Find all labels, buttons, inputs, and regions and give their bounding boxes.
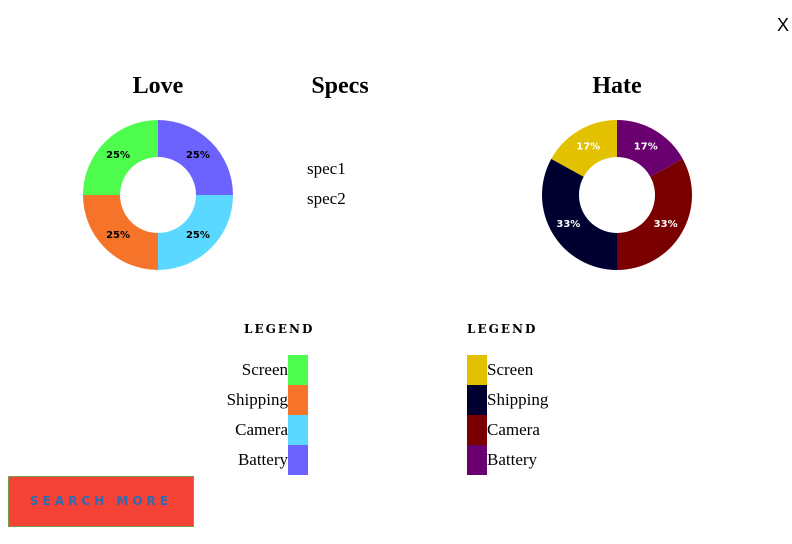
legend-label: Shipping (487, 390, 549, 409)
love-slice-label-shipping: 25% (106, 230, 130, 241)
legend-label: Screen (487, 360, 534, 379)
hate-donut-chart: 17% 33% 33% 17% (541, 119, 693, 271)
legend-swatch (288, 385, 308, 415)
legend-swatch (288, 355, 308, 385)
legend-item: Shipping (150, 385, 308, 415)
legend-swatch (467, 355, 487, 385)
legend-swatch (288, 415, 308, 445)
hate-slice-label-shipping: 33% (556, 219, 580, 230)
love-slice-label-battery: 25% (186, 150, 210, 161)
spec-item: spec2 (307, 189, 346, 208)
legend-label: Battery (487, 450, 538, 469)
legend-label: Shipping (226, 390, 288, 409)
hate-legend: Screen Shipping Camera Battery (467, 355, 548, 475)
legend-item: Battery (467, 445, 548, 475)
hate-slice-label-battery: 17% (634, 141, 658, 152)
specs-heading: Specs (311, 73, 369, 99)
love-donut-chart: 25% 25% 25% 25% (82, 119, 234, 271)
love-legend: Screen Shipping Camera Battery (150, 355, 308, 475)
hate-slice-camera (617, 158, 692, 270)
hate-slice-label-camera: 33% (654, 219, 678, 230)
specs-list: spec1 spec2 (307, 154, 346, 214)
legend-item: Screen (467, 355, 548, 385)
spec-item: spec1 (307, 159, 346, 178)
legend-label: Battery (237, 450, 288, 469)
legend-label: Camera (487, 420, 540, 439)
search-more-button[interactable]: SEARCH MORE (8, 476, 194, 527)
legend-item: Screen (150, 355, 308, 385)
legend-swatch (288, 445, 308, 475)
love-slice-label-camera: 25% (186, 230, 210, 241)
legend-label: Screen (241, 360, 288, 379)
hate-heading: Hate (592, 73, 642, 99)
love-slice-label-screen: 25% (106, 150, 130, 161)
hate-slice-label-screen: 17% (576, 141, 600, 152)
hate-slice-shipping (542, 158, 617, 270)
legend-swatch (467, 385, 487, 415)
legend-swatch (467, 415, 487, 445)
hate-legend-title: LEGEND (467, 322, 538, 336)
legend-item: Camera (467, 415, 548, 445)
close-button[interactable]: X (775, 14, 791, 36)
legend-item: Battery (150, 445, 308, 475)
legend-item: Shipping (467, 385, 548, 415)
legend-swatch (467, 445, 487, 475)
legend-item: Camera (150, 415, 308, 445)
love-heading: Love (132, 73, 184, 99)
love-legend-title: LEGEND (244, 322, 315, 336)
legend-label: Camera (235, 420, 288, 439)
